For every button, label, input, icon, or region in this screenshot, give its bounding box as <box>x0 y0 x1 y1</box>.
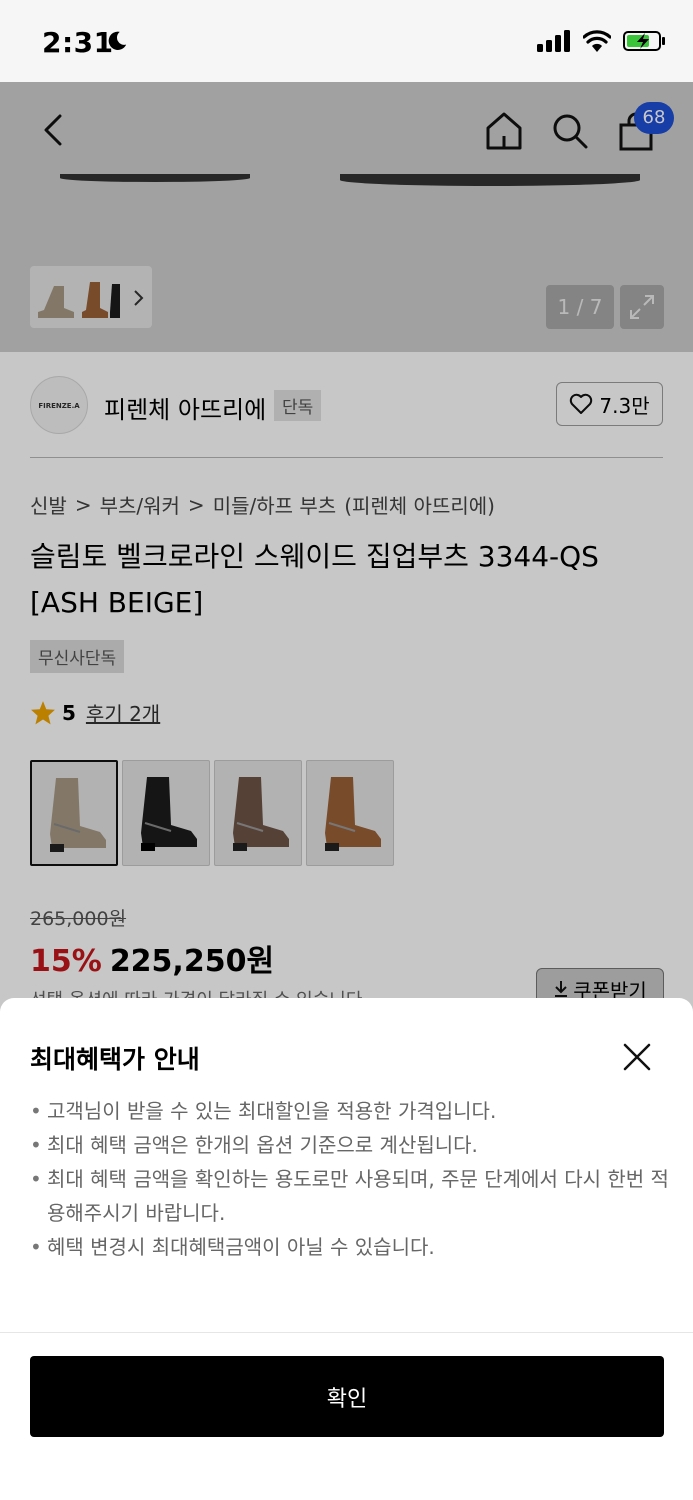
benefit-notes: 고객님이 받을 수 있는 최대할인을 적용한 가격입니다. 최대 혜택 금액은 … <box>30 1094 670 1264</box>
cellular-signal-icon <box>537 30 570 52</box>
divider <box>0 1332 693 1333</box>
status-time: 2:31 <box>42 26 114 59</box>
benefit-note: 최대 혜택 금액은 한개의 옵션 기준으로 계산됩니다. <box>30 1128 670 1162</box>
status-bar: 2:31 <box>0 0 693 82</box>
max-benefit-sheet: 최대혜택가 안내 고객님이 받을 수 있는 최대할인을 적용한 가격입니다. 최… <box>0 998 693 1500</box>
close-icon[interactable] <box>618 1038 656 1076</box>
benefit-note: 혜택 변경시 최대혜택금액이 아닐 수 있습니다. <box>30 1230 670 1264</box>
battery-charging-icon <box>623 31 665 51</box>
wifi-icon <box>583 30 611 52</box>
confirm-button[interactable]: 확인 <box>30 1356 664 1437</box>
benefit-note: 고객님이 받을 수 있는 최대할인을 적용한 가격입니다. <box>30 1094 670 1128</box>
moon-icon <box>108 31 127 50</box>
benefit-note: 최대 혜택 금액을 확인하는 용도로만 사용되며, 주문 단계에서 다시 한번 … <box>30 1162 670 1230</box>
sheet-title: 최대혜택가 안내 <box>30 1045 200 1074</box>
